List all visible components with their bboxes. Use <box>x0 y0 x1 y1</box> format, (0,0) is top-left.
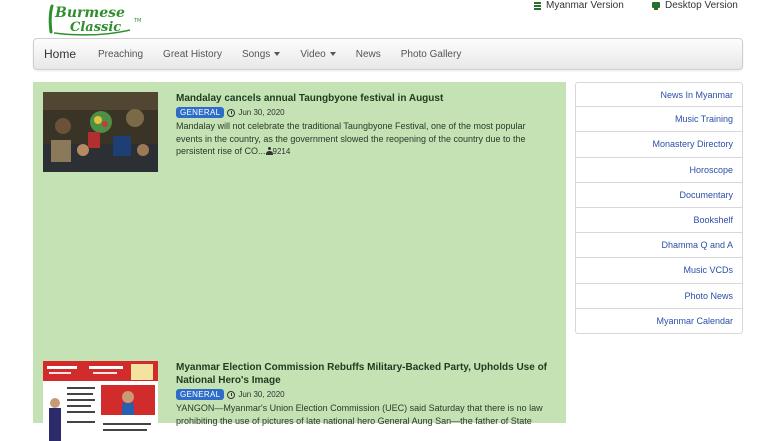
article-date: Jun 30, 2020 <box>238 390 285 399</box>
desktop-version-link[interactable]: Desktop Version <box>652 0 738 11</box>
category-badge[interactable]: GENERAL <box>176 107 225 118</box>
article-title[interactable]: Myanmar Election Commission Rebuffs Mili… <box>176 361 553 387</box>
article-meta: GENERAL Jun 30, 2020 <box>176 107 553 118</box>
article-excerpt: YANGON—Myanmar's Union Election Commissi… <box>176 403 543 426</box>
article-body: Mandalay cancels annual Taungbyone festi… <box>176 92 553 159</box>
category-badge[interactable]: GENERAL <box>176 389 225 400</box>
nav-songs-label: Songs <box>241 48 271 60</box>
sidebar-item-news-in-myanmar[interactable]: News In Myanmar <box>575 82 743 108</box>
news-list: Mandalay cancels annual Taungbyone festi… <box>33 82 566 441</box>
sidebar-item-music-vcds[interactable]: Music VCDs <box>575 258 743 284</box>
sidebar-item-documentary[interactable]: Documentary <box>575 182 743 208</box>
sidebar-item-photo-news[interactable]: Photo News <box>575 283 743 309</box>
monitor-icon <box>652 1 660 10</box>
article-body: Myanmar Election Commission Rebuffs Mili… <box>176 361 553 427</box>
top-bar: Burmese Classic TM Myanmar Version Deskt… <box>0 0 777 38</box>
clock-icon <box>227 390 236 399</box>
nav-great-history[interactable]: Great History <box>163 49 222 60</box>
main-navbar: Home Preaching Great History Songs Video… <box>33 38 743 70</box>
view-count: 9214 <box>272 147 291 156</box>
menu-icon <box>534 1 541 10</box>
burmese-classic-logo[interactable]: Burmese Classic TM <box>46 2 146 36</box>
nav-home[interactable]: Home <box>44 47 76 61</box>
user-icon <box>265 147 273 155</box>
article-thumbnail-election[interactable] <box>43 361 158 441</box>
caret-down-icon <box>274 52 281 56</box>
article-date: Jun 30, 2020 <box>238 108 285 117</box>
sidebar-item-horoscope[interactable]: Horoscope <box>575 157 743 183</box>
svg-text:TM: TM <box>133 18 141 24</box>
sidebar-item-music-training[interactable]: Music Training <box>575 107 743 133</box>
myanmar-version-link[interactable]: Myanmar Version <box>534 0 624 11</box>
sidebar-item-bookshelf[interactable]: Bookshelf <box>575 207 743 234</box>
sidebar-item-monastery-directory[interactable]: Monastery Directory <box>575 132 743 158</box>
desktop-version-label: Desktop Version <box>665 0 738 11</box>
sidebar-item-myanmar-calendar[interactable]: Myanmar Calendar <box>575 308 743 334</box>
nav-preaching[interactable]: Preaching <box>98 49 143 60</box>
article-title[interactable]: Mandalay cancels annual Taungbyone festi… <box>176 92 553 105</box>
myanmar-version-label: Myanmar Version <box>546 0 624 11</box>
sidebar-item-dhamma-q-and-a[interactable]: Dhamma Q and A <box>575 233 743 259</box>
clock-icon <box>227 108 236 117</box>
nav-news[interactable]: News <box>356 49 381 60</box>
sidebar-menu: News In Myanmar Music Training Monastery… <box>575 82 743 334</box>
excerpt-text: Mandalay will not celebrate the traditio… <box>176 121 526 156</box>
article-meta: GENERAL Jun 30, 2020 <box>176 389 553 400</box>
nav-video-label: Video <box>300 48 326 60</box>
article-excerpt: Mandalay will not celebrate the traditio… <box>176 120 553 159</box>
nav-songs-dropdown[interactable]: Songs <box>241 48 281 60</box>
nav-photo-gallery[interactable]: Photo Gallery <box>401 49 462 60</box>
svg-text:Burmese: Burmese <box>54 5 125 21</box>
nav-video-dropdown[interactable]: Video <box>300 48 336 60</box>
article-thumbnail-festival[interactable] <box>43 92 158 172</box>
caret-down-icon <box>329 52 336 56</box>
